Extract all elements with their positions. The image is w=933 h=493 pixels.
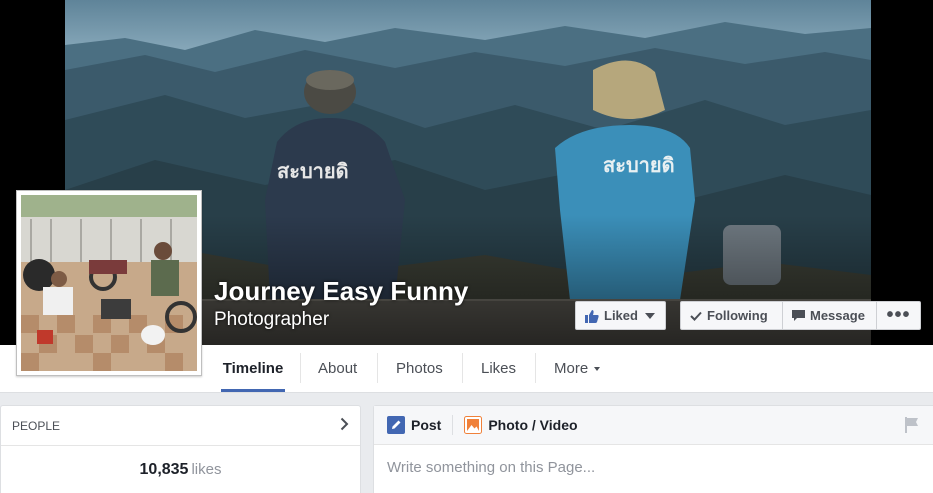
- composer-card: Post Photo / Video Write something on th…: [373, 405, 933, 493]
- post-tab[interactable]: Post: [387, 416, 441, 434]
- composer-input[interactable]: Write something on this Page...: [374, 445, 933, 490]
- page-name[interactable]: Journey Easy Funny: [214, 276, 468, 307]
- people-card: PEOPLE 10,835 likes: [0, 405, 361, 493]
- likes-number: 10,835: [139, 461, 189, 478]
- people-title: PEOPLE: [12, 418, 61, 433]
- tab-label: Timeline: [222, 360, 284, 377]
- tab-label: Likes: [481, 360, 517, 377]
- profile-photo-image: [21, 195, 197, 371]
- thumbs-up-icon: [585, 309, 599, 323]
- liked-button[interactable]: Liked: [575, 301, 666, 330]
- tab-photos[interactable]: Photos: [396, 345, 443, 392]
- message-label: Message: [810, 308, 865, 323]
- liked-label: Liked: [604, 308, 638, 323]
- flag-icon[interactable]: [905, 417, 919, 438]
- tab-more[interactable]: More: [554, 345, 601, 392]
- message-button[interactable]: Message: [782, 301, 877, 330]
- photo-video-label: Photo / Video: [488, 417, 578, 433]
- tab-label: Photos: [396, 360, 443, 377]
- caret-down-icon: [594, 367, 601, 371]
- svg-text:สะบายดิ: สะบายดิ: [277, 159, 349, 183]
- likes-unit: likes: [191, 461, 222, 478]
- following-label: Following: [707, 308, 768, 323]
- chevron-down-icon: [644, 312, 655, 319]
- profile-picture[interactable]: [16, 190, 202, 376]
- chevron-right-icon: [340, 417, 349, 434]
- photo-video-tab[interactable]: Photo / Video: [464, 416, 578, 434]
- checkmark-icon: [690, 311, 702, 321]
- svg-text:สะบายดิ: สะบายดิ: [603, 153, 675, 177]
- composer-tabs: Post Photo / Video: [374, 406, 933, 445]
- post-label: Post: [411, 417, 442, 433]
- photo-icon: [464, 416, 483, 434]
- likes-count[interactable]: 10,835 likes: [1, 461, 360, 479]
- more-options-button[interactable]: •••: [876, 301, 921, 330]
- people-header[interactable]: PEOPLE: [1, 406, 360, 446]
- ellipsis-icon: •••: [886, 304, 911, 326]
- tab-label: About: [318, 360, 358, 377]
- tab-likes[interactable]: Likes: [481, 345, 516, 392]
- tab-label: More: [554, 360, 589, 377]
- pencil-icon: [387, 416, 405, 434]
- following-button[interactable]: Following: [680, 301, 783, 330]
- tab-about[interactable]: About: [318, 345, 357, 392]
- page-category[interactable]: Photographer: [214, 309, 329, 331]
- speech-bubble-icon: [792, 309, 805, 322]
- tab-timeline[interactable]: Timeline: [221, 345, 285, 392]
